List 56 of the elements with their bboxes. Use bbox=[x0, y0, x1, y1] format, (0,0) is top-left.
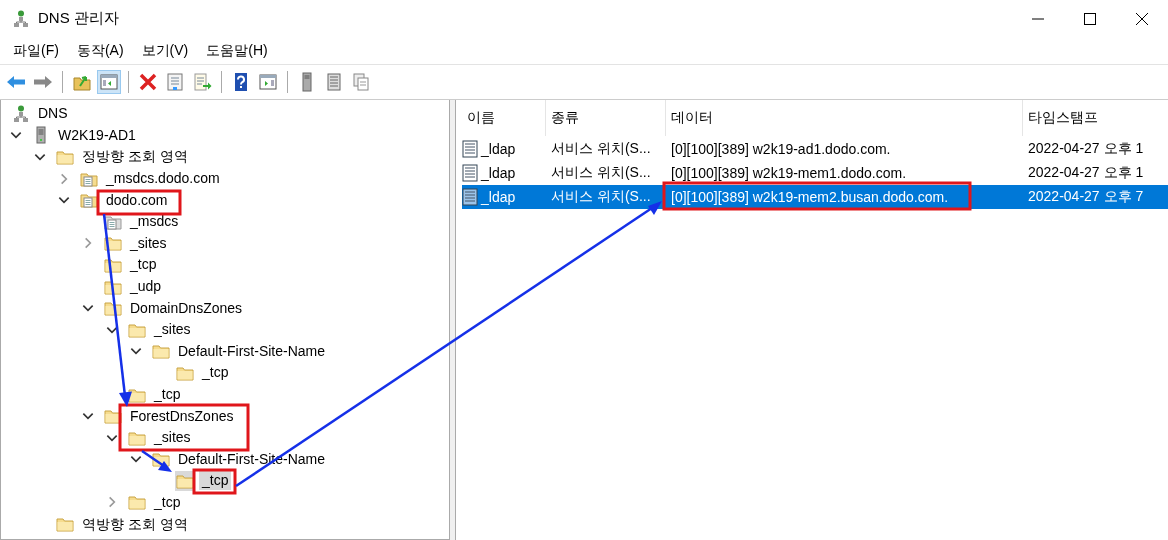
tree-item[interactable]: _sites bbox=[151, 320, 194, 340]
panel-toggle-icon[interactable] bbox=[97, 70, 121, 94]
tree-item[interactable]: _tcp bbox=[151, 493, 184, 512]
folder-icon bbox=[56, 148, 74, 166]
table-cell-text: 2022-04-27 오후 1 bbox=[1027, 164, 1145, 182]
table-cell-text: 서비스 위치(S... bbox=[550, 188, 652, 206]
tree-item[interactable]: _tcp bbox=[151, 385, 184, 404]
record-icon bbox=[462, 188, 478, 206]
table-cell: [0][100][389] w2k19-mem1.dodo.com. bbox=[671, 165, 907, 181]
tree-item[interactable]: 정방향 조회 영역 bbox=[79, 147, 191, 167]
table-row[interactable]: _ldap 서비스 위치(S... [0][100][389] w2k19-mem1.dodo.com. 2022-04-27 오후 1 bbox=[462, 161, 1168, 185]
dns-network-icon bbox=[12, 104, 30, 123]
folder-icon bbox=[56, 515, 74, 534]
tree-item[interactable]: _sites bbox=[151, 428, 194, 448]
table-cell: _ldap bbox=[481, 165, 516, 181]
table-cell: [0][100][389] w2k19-ad1.dodo.com. bbox=[671, 141, 891, 157]
column-header[interactable]: 데이터 bbox=[666, 100, 1023, 136]
column-header[interactable]: 종류 bbox=[546, 100, 666, 136]
tree-item[interactable]: DNS bbox=[35, 104, 71, 124]
menu-item[interactable]: 보기(V) bbox=[134, 41, 196, 60]
tree-item[interactable]: _msdcs bbox=[127, 212, 182, 232]
tree-item[interactable]: DomainDnsZones bbox=[127, 298, 246, 318]
table-row[interactable]: _ldap 서비스 위치(S... [0][100][389] w2k19-ad1.dodo.com. 2022-04-27 오후 1 bbox=[462, 137, 1168, 161]
menu-item[interactable]: 동작(A) bbox=[69, 41, 131, 60]
zone-folder-icon bbox=[80, 191, 98, 210]
tree-item[interactable]: dodo.com bbox=[103, 190, 171, 210]
window-title: DNS 관리자 bbox=[38, 9, 119, 28]
dns-network-icon bbox=[12, 9, 30, 28]
table-cell-text: 서비스 위치(S... bbox=[550, 164, 652, 182]
tree-item[interactable]: _udp bbox=[127, 277, 165, 297]
table-cell: _ldap bbox=[481, 141, 516, 157]
tree-item[interactable]: _sites bbox=[127, 233, 170, 253]
table-cell: _ldap bbox=[481, 189, 516, 205]
record-icon bbox=[462, 164, 478, 182]
folder-icon bbox=[128, 493, 146, 512]
menu-item[interactable]: 파일(F) bbox=[6, 41, 66, 60]
highlight-box bbox=[192, 468, 237, 495]
folder-icon bbox=[152, 342, 170, 361]
tree-item[interactable]: Default-First-Site-Name bbox=[175, 341, 329, 361]
tree-item[interactable]: 역방향 조회 영역 bbox=[79, 514, 191, 534]
tree-item[interactable]: _msdcs.dodo.com bbox=[103, 169, 223, 189]
record-icon bbox=[462, 140, 478, 158]
tree-item[interactable]: W2K19-AD1 bbox=[55, 125, 139, 145]
table-row[interactable]: _ldap 서비스 위치(S... [0][100][389] w2k19-mem2.busan.dodo.com. 2022-04-27 오후 7 bbox=[462, 185, 1168, 209]
annotation-arrow bbox=[141, 449, 172, 472]
table-cell: [0][100][389] w2k19-mem2.busan.dodo.com. bbox=[671, 189, 949, 205]
tree-item[interactable]: _tcp bbox=[199, 471, 232, 491]
table-cell-text: 2022-04-27 오후 7 bbox=[1027, 188, 1145, 206]
menu-item[interactable]: 도움말(H) bbox=[199, 41, 275, 60]
tree-item[interactable]: _tcp bbox=[127, 255, 160, 275]
column-header[interactable]: 이름 bbox=[462, 100, 546, 136]
tree-item[interactable]: ForestDnsZones bbox=[127, 406, 237, 426]
tree-item[interactable]: _tcp bbox=[199, 363, 232, 383]
table-cell-text: 서비스 위치(S... bbox=[550, 140, 652, 158]
column-header[interactable]: 타임스탬프 bbox=[1023, 100, 1168, 136]
table-cell-text: 2022-04-27 오후 1 bbox=[1027, 140, 1145, 158]
